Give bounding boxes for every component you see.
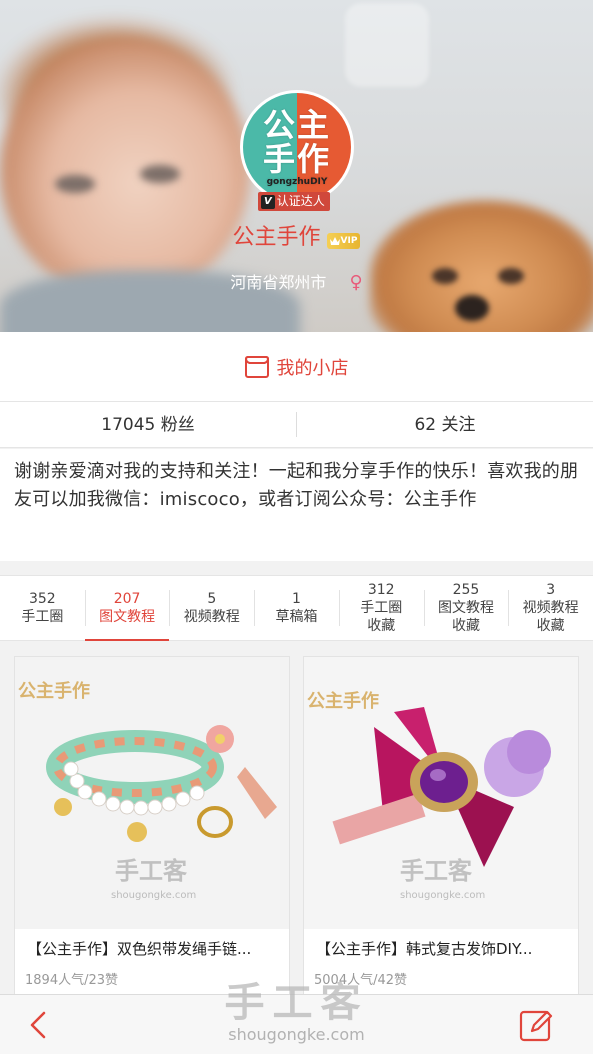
tutorial-stats: 5004人气/42赞 [314,973,408,988]
banner-photo-child [0,40,250,300]
tutorial-thumbnail[interactable]: 公主手作 手工客 shougongke.com [15,657,289,929]
tab-circle-favorites[interactable]: 312 手工圈 收藏 [338,576,424,640]
vip-label: VIP [340,236,358,246]
tab-label: 手工圈 [360,600,403,616]
tab-video-tutorial-favorites[interactable]: 3 视频教程 收藏 [508,576,593,640]
tab-drafts[interactable]: 1 草稿箱 [254,576,339,640]
edit-button[interactable] [516,1005,556,1045]
tab-label: 草稿箱 [275,609,318,625]
my-shop-button[interactable]: 我的小店 [0,332,593,402]
tutorial-card[interactable]: 公主手作 手工客 shougongke.com 【公主手作】双色织带发绳手链..… [14,656,290,996]
tab-count: 3 [546,582,556,598]
banner-photo-eye [140,165,180,183]
card-watermark: 手工客 [115,857,188,885]
verified-v-icon: V [261,194,275,209]
tab-count: 5 [207,591,217,607]
verified-badge: V 认证达人 [258,192,330,211]
card-watermark-sub: shougongke.com [111,890,196,901]
tab-image-tutorials[interactable]: 207 图文教程 [84,576,170,641]
following-count[interactable]: 62 关注 [297,402,593,447]
tab-label-line2: 收藏 [536,618,565,634]
location-text: 河南省郑州市 [230,273,327,292]
tab-video-tutorials[interactable]: 5 视频教程 [169,576,254,640]
my-shop-label: 我的小店 [276,357,349,379]
avatar-logo: 公主 手作 gongzhuDIY [243,93,351,201]
tab-label-line2: 收藏 [367,618,396,634]
profile-bio: 谢谢亲爱滴对我的支持和关注！一起和我分享手作的快乐！喜欢我的朋友可以加我微信：i… [0,449,593,561]
tab-handcraft-circle[interactable]: 352 手工圈 [0,576,85,640]
tab-count: 207 [113,591,141,607]
bottom-toolbar [0,994,593,1054]
bracelet-photo: 公主手作 手工客 shougongke.com [15,657,289,929]
tab-label: 视频教程 [522,600,579,616]
hairclip-photo: 公主手作 手工客 shougongke.com [304,657,578,929]
tab-count: 255 [452,582,480,598]
tab-label: 手工圈 [21,609,64,625]
banner-photo-eye [55,175,95,193]
tab-label: 视频教程 [183,609,240,625]
tutorial-title[interactable]: 【公主手作】双色织带发绳手链... [27,939,281,959]
banner-blur-square [345,3,429,87]
back-button[interactable] [22,1007,58,1043]
username: 公主手作 [232,225,321,250]
fans-count[interactable]: 17045 粉丝 [0,402,296,447]
tutorial-stats: 1894人气/23赞 [25,973,119,988]
tab-label-line2: 收藏 [451,618,480,634]
content-tabs: 352 手工圈 207 图文教程 5 视频教程 1 草稿箱 312 手工圈 收藏… [0,575,593,641]
chevron-left-icon [30,1011,46,1039]
banner-photo-dog-nose [455,295,489,321]
location-row: 河南省郑州市 ♀ [0,270,593,296]
card-watermark-sub: shougongke.com [400,890,485,901]
tab-label: 图文教程 [437,600,494,616]
tab-count: 312 [367,582,395,598]
tutorial-title[interactable]: 【公主手作】韩式复古发饰DIY... [316,939,570,959]
avatar[interactable]: 公主 手作 gongzhuDIY [240,90,354,204]
shop-icon [244,355,269,378]
female-gender-icon: ♀ [349,272,363,293]
profile-banner: 公主 手作 gongzhuDIY V 认证达人 公主手作 VIP 河南省郑州市 … [0,0,593,332]
verified-label: 认证达人 [276,194,325,208]
tutorial-card[interactable]: 公主手作 手工客 shougongke.com 【公主手作】韩式复古发饰DIY.… [303,656,579,996]
edit-icon [519,1010,553,1042]
tab-count: 352 [28,591,56,607]
tutorial-thumbnail[interactable]: 公主手作 手工客 shougongke.com [304,657,578,929]
tab-label: 图文教程 [99,609,156,625]
follow-stats: 17045 粉丝 62 关注 [0,402,593,448]
vip-crown-icon: VIP [326,233,361,249]
tutorial-grid: 公主手作 手工客 shougongke.com 【公主手作】双色织带发绳手链..… [0,648,593,998]
avatar-text-line1: 公主 [262,105,331,144]
card-logo: 公主手作 [307,690,379,712]
tab-count: 1 [292,591,301,607]
username-row: 公主手作 VIP [0,222,593,254]
avatar-text-line2: 手作 [262,139,331,178]
avatar-sub-text: gongzhuDIY [266,176,328,187]
card-logo: 公主手作 [18,680,90,702]
card-watermark: 手工客 [400,857,473,885]
tab-image-tutorial-favorites[interactable]: 255 图文教程 收藏 [423,576,509,640]
